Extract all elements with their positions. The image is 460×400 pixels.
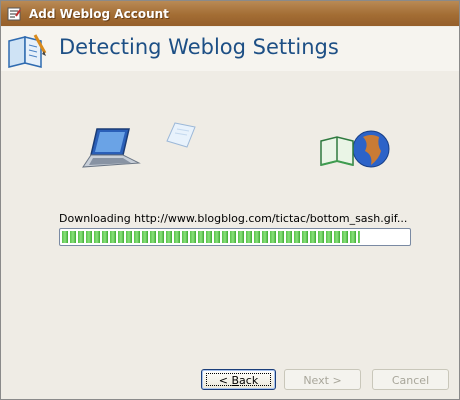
globe-book-icon (320, 130, 390, 168)
laptop-icon (82, 128, 141, 168)
weblog-wizard-icon (8, 34, 47, 68)
wizard-header: Detecting Weblog Settings (1, 27, 459, 71)
download-status: Downloading http://www.blogblog.com/tict… (59, 212, 408, 225)
focus-rect (206, 373, 271, 386)
flying-page-icon (166, 122, 196, 148)
cancel-button[interactable]: Cancel (372, 369, 449, 390)
progress-fill (62, 231, 360, 243)
page-title: Detecting Weblog Settings (59, 35, 339, 59)
download-progress-bar (59, 228, 411, 246)
weblog-app-icon (7, 7, 21, 20)
next-button[interactable]: Next > (284, 369, 361, 390)
back-button[interactable]: < Back (201, 369, 276, 390)
window-title: Add Weblog Account (29, 6, 169, 21)
title-bar[interactable]: Add Weblog Account (1, 1, 459, 26)
dialog-window: Add Weblog Account Detecting Weblog Sett… (0, 0, 460, 400)
